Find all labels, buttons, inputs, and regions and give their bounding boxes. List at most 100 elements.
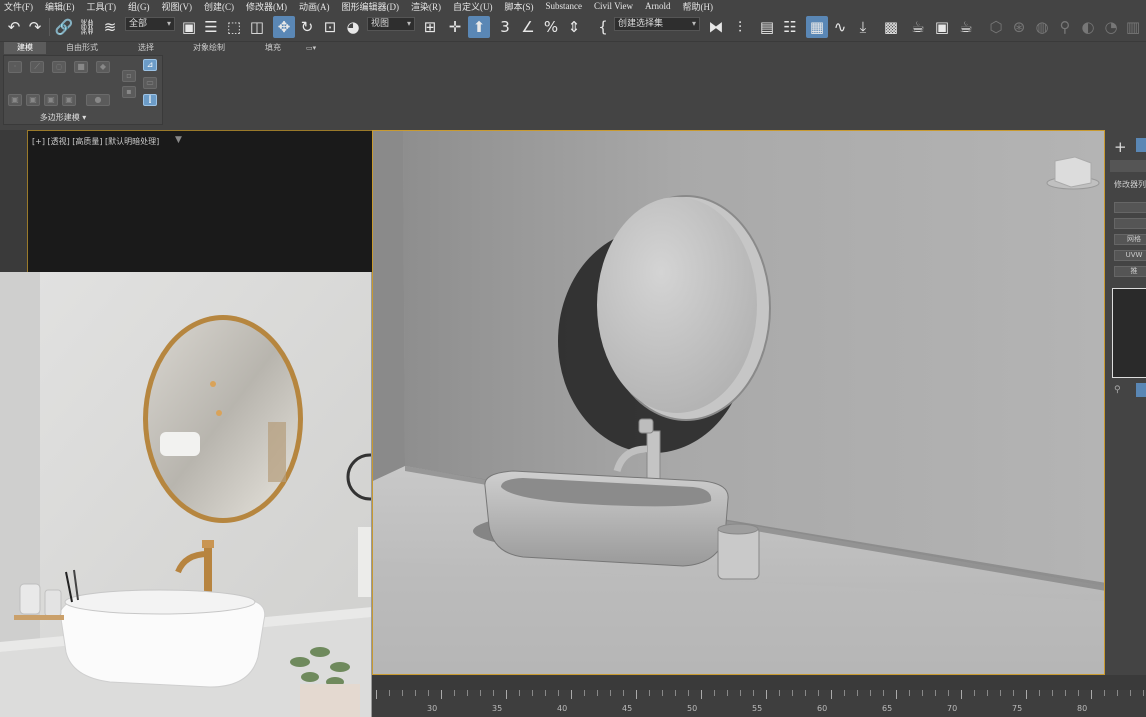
create-tab-icon[interactable]: + — [1114, 138, 1127, 156]
tab-selection[interactable]: 选择 — [138, 42, 154, 54]
modifier-button-5[interactable]: 推 — [1114, 266, 1146, 277]
menu-edit[interactable]: 编辑(E) — [45, 0, 75, 13]
menu-create[interactable]: 创建(C) — [204, 0, 234, 13]
use-soft-selection-icon[interactable]: ⊿ — [143, 59, 157, 71]
modify-tab-icon[interactable] — [1136, 138, 1146, 152]
scene-explorer-icon[interactable]: ▤ — [756, 16, 778, 38]
arnold-render-icon[interactable]: ◍ — [1031, 16, 1053, 38]
menu-modifiers[interactable]: 修改器(M) — [246, 0, 287, 13]
mirror-icon[interactable]: ⧓ — [705, 16, 727, 38]
arnold-log-icon[interactable]: ◔ — [1100, 16, 1122, 38]
menu-rendering[interactable]: 渲染(R) — [411, 0, 441, 13]
material-editor-icon[interactable]: ▩ — [880, 16, 902, 38]
modifier-button-3[interactable]: 网格 — [1114, 234, 1146, 245]
menu-graph-editors[interactable]: 图形编辑器(D) — [342, 0, 400, 13]
keyboard-shortcut-override-icon[interactable]: ⬆ — [468, 16, 490, 38]
percent-snap-icon[interactable]: % — [540, 16, 562, 38]
timeline-ruler[interactable]: 30 35 40 45 50 55 60 65 70 75 80 — [372, 690, 1146, 717]
smooth-icon[interactable]: ▣ — [44, 94, 58, 106]
modifier-stack[interactable] — [1112, 288, 1146, 378]
ribbon-tabs: 建模 自由形式 选择 对象绘制 填充 ▭▾ — [0, 42, 400, 54]
tab-populate[interactable]: 填充 — [265, 42, 281, 54]
show-end-result-toggle[interactable] — [1136, 383, 1146, 397]
modifier-button-2[interactable] — [1114, 218, 1146, 229]
arnold-light-icon[interactable]: ⊛ — [1008, 16, 1030, 38]
tab-modeling[interactable]: 建模 — [4, 42, 46, 54]
spinner-snap-icon[interactable]: ⇕ — [563, 16, 585, 38]
select-manipulate-icon[interactable]: ✛ — [444, 16, 466, 38]
copy-icon[interactable]: ▣ — [8, 94, 22, 106]
layer-explorer-icon[interactable]: ☷ — [779, 16, 801, 38]
polygon-icon[interactable]: ■ — [74, 61, 88, 73]
snap-toggle-icon[interactable]: 3 — [494, 16, 516, 38]
timeline-tick — [701, 690, 702, 699]
curve-editor-icon[interactable]: ∿ — [829, 16, 851, 38]
render-frame-icon[interactable]: ▣ — [931, 16, 953, 38]
edge-icon[interactable]: ⟋ — [30, 61, 44, 73]
preserve-uv-icon[interactable]: ▪ — [122, 86, 136, 98]
tessellate-icon[interactable]: ● — [86, 94, 110, 106]
place-icon[interactable]: ◕ — [342, 16, 364, 38]
rect-selection-icon[interactable]: ⬚ — [223, 16, 245, 38]
collapse-stack-icon[interactable]: ▭ — [143, 77, 157, 89]
menu-substance[interactable]: Substance — [546, 1, 583, 11]
element-icon[interactable]: ◆ — [96, 61, 110, 73]
pivot-icon[interactable]: ⊞ — [419, 16, 441, 38]
render-icon[interactable]: ☕ — [955, 16, 977, 38]
arnold-mtl-icon[interactable]: ◐ — [1077, 16, 1099, 38]
arnold-tool-icon[interactable]: ⬡ — [985, 16, 1007, 38]
paste-icon[interactable]: ▣ — [26, 94, 40, 106]
menu-help[interactable]: 帮助(H) — [683, 0, 714, 13]
border-icon[interactable]: ◌ — [52, 61, 66, 73]
named-selection-set-dropdown[interactable]: 创建选择集 — [614, 17, 700, 31]
arnold-extra-icon[interactable]: ▥ — [1122, 16, 1144, 38]
modifier-list-label[interactable]: 修改器列 — [1114, 179, 1146, 190]
menu-arnold[interactable]: Arnold — [645, 1, 671, 11]
ribbon-options-icon[interactable]: ▭▾ — [306, 42, 316, 54]
redo-icon[interactable]: ↷ — [24, 16, 46, 38]
object-name-field[interactable] — [1110, 160, 1146, 172]
link-icon[interactable]: 🔗 — [53, 16, 75, 38]
render-setup-icon[interactable]: ☕ — [907, 16, 929, 38]
msmooth-icon[interactable]: ▣ — [62, 94, 76, 106]
show-end-result-icon[interactable]: ⫿ — [143, 94, 157, 106]
undo-icon[interactable]: ↶ — [3, 16, 25, 38]
tab-object-paint[interactable]: 对象绘制 — [193, 42, 225, 54]
edit-named-selection-icon[interactable]: { — [592, 16, 614, 38]
menu-animation[interactable]: 动画(A) — [299, 0, 330, 13]
select-rotate-icon[interactable]: ↻ — [296, 16, 318, 38]
menu-file[interactable]: 文件(F) — [4, 0, 33, 13]
menu-view[interactable]: 视图(V) — [162, 0, 193, 13]
vertex-icon[interactable]: · — [8, 61, 22, 73]
timeline-tick — [1143, 690, 1144, 696]
menu-group[interactable]: 组(G) — [128, 0, 150, 13]
align-icon[interactable]: ⫶ — [729, 16, 751, 38]
angle-snap-icon[interactable]: ∠ — [517, 16, 539, 38]
modifier-button-1[interactable] — [1114, 202, 1146, 213]
window-crossing-icon[interactable]: ◫ — [246, 16, 268, 38]
menu-tools[interactable]: 工具(T) — [87, 0, 117, 13]
ribbon-icon[interactable]: ▦ — [806, 16, 828, 38]
main-viewport[interactable] — [372, 130, 1105, 675]
tab-freeform[interactable]: 自由形式 — [66, 42, 98, 54]
arnold-ipr-icon[interactable]: ⚲ — [1054, 16, 1076, 38]
unlink-icon[interactable]: ⛓ — [76, 16, 98, 38]
viewport-label[interactable]: [+] [透视] [高质量] [默认明暗处理] — [32, 136, 159, 147]
schematic-icon[interactable]: ⤓ — [852, 16, 874, 38]
ribbon-panel-label[interactable]: 多边形建模 ▾ — [4, 112, 122, 123]
menu-scripting[interactable]: 脚本(S) — [505, 0, 534, 13]
modify-mode-icon[interactable]: ▫ — [122, 70, 136, 82]
select-object-icon[interactable]: ▣ — [178, 16, 200, 38]
modifier-button-4[interactable]: UVW — [1114, 250, 1146, 261]
menu-civil-view[interactable]: Civil View — [594, 1, 633, 11]
reference-coordinate-dropdown[interactable]: 视图 — [367, 17, 415, 31]
select-scale-icon[interactable]: ⊡ — [319, 16, 341, 38]
pin-stack-icon[interactable]: ⚲ — [1114, 385, 1121, 395]
select-move-icon[interactable]: ✥ — [273, 16, 295, 38]
bind-spacewarp-icon[interactable]: ≋ — [99, 16, 121, 38]
menu-customize[interactable]: 自定义(U) — [453, 0, 493, 13]
timeline-tick — [935, 690, 936, 696]
selection-filter-dropdown[interactable]: 全部 — [125, 17, 175, 31]
select-by-name-icon[interactable]: ☰ — [200, 16, 222, 38]
filter-icon[interactable]: ▼ — [175, 135, 182, 145]
